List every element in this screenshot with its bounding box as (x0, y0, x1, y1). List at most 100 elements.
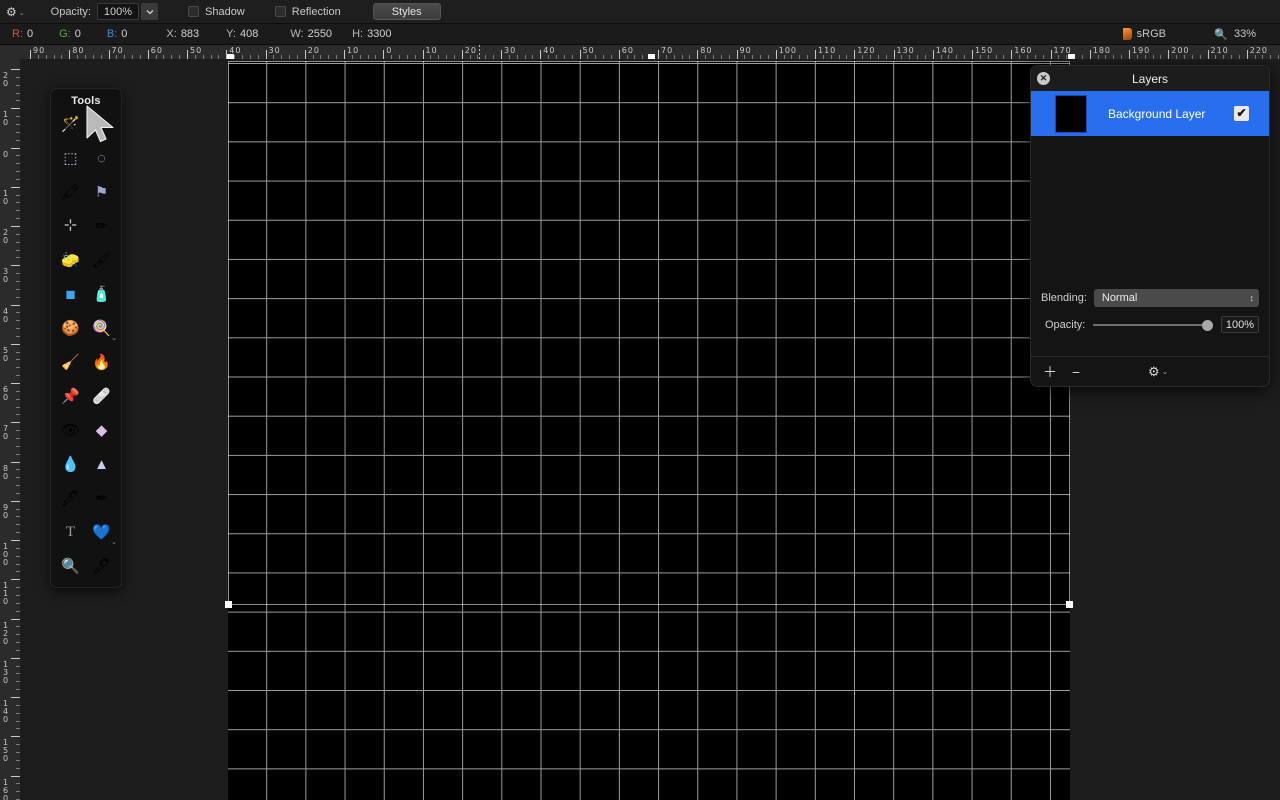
image-editor-window: ⚙ ⌄ Opacity: 100% Shadow Reflection Styl… (0, 0, 1280, 800)
ruler-label: 6 0 (2, 385, 9, 402)
ruler-tick-minor (155, 55, 157, 59)
dotted-pen-tool[interactable]: ✒ (86, 487, 117, 509)
gradient-tool[interactable]: 🍪 (55, 317, 86, 339)
blending-mode-select[interactable]: Normal ↕ (1093, 289, 1259, 307)
magic-eraser-tool[interactable]: 🖍 (55, 181, 86, 203)
lasso-select-tool[interactable]: ⚑ (86, 181, 117, 203)
ruler-canvas-edge-marker (648, 54, 655, 59)
zoom-level-label: 33% (1233, 28, 1256, 40)
layers-settings-button[interactable]: ⚙ ⌄ (1148, 364, 1168, 380)
ruler-tick-minor (16, 414, 20, 416)
ruler-label: 1 4 0 (2, 699, 9, 724)
ruler-tick-minor (16, 689, 20, 691)
layer-thumbnail[interactable] (1055, 94, 1087, 133)
ruler-tick-major (265, 50, 267, 59)
layers-panel[interactable]: ✕ Layers Background Layer ✔ Blending: No… (1030, 65, 1270, 387)
ruler-tick-minor (1113, 55, 1115, 59)
shadow-checkbox-box[interactable] (188, 6, 199, 17)
sharpen-cone-tool[interactable]: ▲ (86, 453, 117, 475)
selection-handle-bottom-right[interactable] (1066, 601, 1073, 608)
green-label: G: (59, 28, 71, 40)
ruler-label: 0 (2, 149, 9, 159)
x-label: X: (166, 28, 177, 40)
spray-can-tool[interactable]: 🧴 (86, 283, 117, 305)
layer-visibility-checkbox[interactable]: ✔ (1234, 106, 1249, 121)
layer-row-background[interactable]: Background Layer ✔ (1031, 91, 1269, 136)
layers-list-empty-area[interactable] (1031, 136, 1269, 283)
ruler-tick-minor (16, 437, 20, 439)
horizontal-ruler[interactable]: 90 80 70 60 50 40 30 20 10 0 10 20 30 40 50 60 70 80 90 100… (20, 45, 1280, 59)
ruler-label: 90 (739, 46, 752, 55)
eyedropper-tool[interactable]: 🖋 (86, 555, 117, 577)
layer-opacity-value[interactable]: 100% (1221, 316, 1259, 333)
paintbrush-tool[interactable]: 🖌 (86, 249, 117, 271)
ruler-tick-minor (16, 296, 20, 298)
text-tool[interactable]: T (55, 521, 86, 543)
ruler-tick-minor (16, 516, 20, 518)
fill-rectangle-icon: ■ (65, 284, 76, 304)
ruler-tick-minor (16, 92, 20, 94)
ruler-tick-minor (16, 359, 20, 361)
vertical-ruler[interactable]: 2 0 1 0 0 1 0 2 0 3 0 4 0 5 0 6 0 7 0 8 0 9 0 1 0 0 1… (0, 59, 20, 800)
ellipse-select-tool[interactable]: ◌ (86, 147, 117, 169)
gear-icon: ⚙ (1148, 363, 1160, 379)
chevron-down-icon[interactable]: ⌄ (111, 538, 117, 546)
ruler-guide-marker[interactable] (479, 45, 480, 59)
ruler-tick-minor (92, 55, 94, 59)
chevron-down-icon[interactable]: ⌄ (111, 334, 117, 342)
green-value: 0 (74, 28, 81, 40)
move-selection-tool[interactable]: ⬆ (86, 113, 117, 135)
broom-tool[interactable]: 🧹 (55, 351, 86, 373)
smudge-eraser-tool[interactable]: ◆ (86, 419, 117, 441)
slider-knob[interactable] (1202, 319, 1213, 331)
blur-water-tool[interactable]: 💧 (55, 453, 86, 475)
ruler-tick-minor (16, 767, 20, 769)
layer-opacity-slider[interactable] (1093, 318, 1213, 332)
ruler-tick-major (854, 50, 856, 59)
ruler-tick-minor (1270, 55, 1272, 59)
plus-icon[interactable]: ＋ (1040, 362, 1060, 382)
selection-handle-bottom-left[interactable] (225, 601, 232, 608)
ruler-tick-minor (16, 280, 20, 282)
ruler-tick-minor (516, 55, 518, 59)
ruler-label: 2 0 (2, 71, 9, 88)
zoom-tool[interactable]: 🔍 (55, 555, 86, 577)
close-icon[interactable]: ✕ (1037, 72, 1050, 85)
red-eye-tool[interactable]: 👁 (55, 419, 86, 441)
canvas-document[interactable] (228, 61, 1070, 800)
ruler-tick-minor (16, 163, 20, 165)
color-profile-indicator[interactable]: sRGB (1122, 28, 1166, 40)
pen-tool[interactable]: 🖊 (55, 487, 86, 509)
ruler-tick-minor (1278, 55, 1280, 59)
toolbar-gear-button[interactable]: ⚙ ⌄ (6, 6, 25, 18)
ruler-tick-minor (1034, 55, 1036, 59)
sharpen-cone-icon: ▲ (94, 455, 109, 473)
tools-palette[interactable]: Tools 🪄⬆⬚◌🖍⚑⊹✏🧽🖌■🧴🍪🍭⌄🧹🔥📌🩹👁◆💧▲🖊✒T💙⌄🔍🖋 (50, 88, 122, 588)
zoom-indicator[interactable]: 🔍 33% (1214, 28, 1256, 41)
shape-heart-tool[interactable]: 💙 ⌄ (86, 521, 117, 547)
ruler-label: 20 (307, 46, 320, 55)
shadow-checkbox[interactable]: Shadow (188, 6, 245, 18)
heal-bandage-tool[interactable]: 🩹 (86, 385, 117, 407)
ruler-label: 150 (975, 46, 994, 55)
ruler-tick-minor (909, 55, 911, 59)
clone-stamp-tool[interactable]: 📌 (55, 385, 86, 407)
opacity-dropdown-button[interactable] (141, 3, 158, 20)
magic-wand-tool[interactable]: 🪄 (55, 113, 86, 135)
pencil-tool[interactable]: ✏ (86, 215, 117, 237)
styles-button[interactable]: Styles (372, 3, 441, 20)
status-red: R: 0 (12, 28, 33, 40)
pattern-icon: 🍭 (92, 319, 111, 337)
eraser-tool[interactable]: 🧽 (55, 249, 86, 271)
reflection-checkbox-box[interactable] (274, 6, 286, 17)
reflection-checkbox[interactable]: Reflection (274, 6, 341, 18)
fill-rectangle-tool[interactable]: ■ (55, 283, 86, 305)
rectangle-select-tool[interactable]: ⬚ (55, 147, 86, 169)
ruler-tick-minor (822, 55, 824, 59)
burn-tool[interactable]: 🔥 (86, 351, 117, 373)
ruler-tick-minor (16, 273, 20, 275)
crop-tool[interactable]: ⊹ (55, 215, 86, 237)
pattern-tool[interactable]: 🍭 ⌄ (86, 317, 117, 343)
minus-icon[interactable]: − (1066, 364, 1086, 380)
opacity-input[interactable]: 100% (97, 3, 139, 20)
